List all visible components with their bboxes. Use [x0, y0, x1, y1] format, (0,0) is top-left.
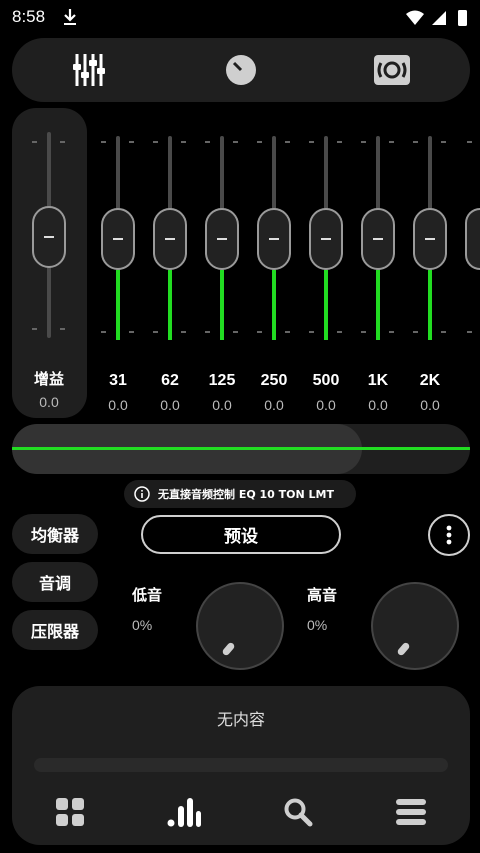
audio-control-notice: 无直接音频控制 EQ 10 TON LMT: [124, 480, 356, 508]
eq-value-label: 0.0: [108, 397, 128, 413]
eq-freq-label: 31: [109, 372, 127, 389]
eq-value-label: 0.0: [368, 397, 388, 413]
eq-slider-handle-1k[interactable]: [361, 208, 395, 270]
eq-slider-500[interactable]: [309, 136, 343, 340]
status-bar: 8:58: [0, 0, 480, 36]
eq-freq-label: 1K: [367, 372, 389, 389]
eq-slider-handle-250[interactable]: [257, 208, 291, 270]
grid-icon: [56, 798, 84, 826]
treble-value: 0%: [307, 617, 328, 633]
equalizer-mode-button[interactable]: [71, 52, 109, 88]
tab-limiter[interactable]: 压限器: [12, 610, 98, 650]
more-vertical-icon: [446, 525, 452, 545]
tab-equalizer[interactable]: 均衡器: [12, 514, 98, 554]
eq-slider-62[interactable]: [153, 136, 187, 340]
eq-slider-handle-500[interactable]: [309, 208, 343, 270]
gain-slider-handle[interactable]: [32, 206, 66, 268]
status-time: 8:58: [12, 7, 46, 26]
search-icon: [284, 798, 313, 827]
eq-slider-handle-partial[interactable]: [465, 208, 480, 270]
eq-freq-label: 2K: [419, 372, 441, 389]
battery-icon: [458, 10, 467, 26]
treble-knob[interactable]: [371, 582, 459, 670]
level-line: [12, 447, 470, 450]
gain-slider[interactable]: [32, 132, 66, 338]
speaker-icon: [374, 55, 410, 85]
info-icon: [134, 486, 150, 502]
knob-icon: [226, 55, 256, 85]
eq-slider-handle-2k[interactable]: [413, 208, 447, 270]
gain-value: 0.0: [39, 394, 59, 410]
treble-label: 高音: [307, 586, 338, 604]
eq-fill-250: [272, 270, 276, 340]
eq-value-label: 0.0: [212, 397, 232, 413]
eq-slider-250[interactable]: [257, 136, 291, 340]
eq-slider-2k[interactable]: [413, 136, 447, 340]
mode-bar: [12, 38, 470, 102]
eq-freq-label: 250: [260, 372, 288, 389]
nav-apps-button[interactable]: [52, 794, 88, 830]
eq-freq-label: 125: [208, 372, 236, 389]
status-icons: [406, 10, 467, 26]
tab-tone[interactable]: 音调: [12, 562, 98, 602]
bass-knob-indicator: [221, 641, 236, 657]
eq-fill-2k: [428, 270, 432, 340]
eq-value-label: 0.0: [264, 397, 284, 413]
preset-button[interactable]: 预设: [141, 515, 341, 554]
wifi-icon: [406, 10, 424, 25]
download-icon: [64, 9, 76, 25]
nav-visualizer-button[interactable]: [166, 794, 202, 830]
bass-value: 0%: [132, 617, 153, 633]
eq-slider-handle-125[interactable]: [205, 208, 239, 270]
slider-tick: [467, 331, 472, 333]
nav-search-button[interactable]: [280, 794, 316, 830]
notice-text: 无直接音频控制 EQ 10 TON LMT: [158, 488, 335, 501]
bass-label: 低音: [132, 586, 163, 604]
player-panel: 无内容: [12, 686, 470, 845]
eq-fill-62: [168, 270, 172, 340]
gain-panel: 增益 0.0: [12, 108, 87, 418]
menu-icon: [396, 799, 426, 825]
eq-freq-label: 500: [312, 372, 340, 389]
eq-value-label: 0.0: [420, 397, 440, 413]
eq-fill-500: [324, 270, 328, 340]
eq-slider-handle-31[interactable]: [101, 208, 135, 270]
treble-knob-indicator: [396, 641, 411, 657]
eq-value-label: 0.0: [160, 397, 180, 413]
nav-menu-button[interactable]: [393, 794, 429, 830]
eq-slider-125[interactable]: [205, 136, 239, 340]
more-options-button[interactable]: [428, 514, 470, 556]
volume-knob-mode-button[interactable]: [222, 52, 260, 88]
bar-chart-icon: [167, 798, 201, 827]
bass-knob[interactable]: [196, 582, 284, 670]
eq-slider-handle-62[interactable]: [153, 208, 187, 270]
gain-label: 增益: [33, 371, 64, 388]
eq-value-label: 0.0: [316, 397, 336, 413]
equalizer-sliders-icon: [73, 54, 105, 86]
eq-freq-label: 62: [161, 372, 179, 389]
signal-icon: [432, 11, 446, 25]
eq-fill-1k: [376, 270, 380, 340]
eq-slider-1k[interactable]: [361, 136, 395, 340]
slider-tick: [467, 141, 472, 143]
eq-fill-125: [220, 270, 224, 340]
eq-fill-31: [116, 270, 120, 340]
level-bar[interactable]: [12, 424, 470, 474]
playback-progress[interactable]: [34, 758, 448, 772]
speaker-mode-button[interactable]: [373, 52, 411, 88]
eq-slider-31[interactable]: [101, 136, 135, 340]
no-content-label: 无内容: [216, 710, 265, 729]
